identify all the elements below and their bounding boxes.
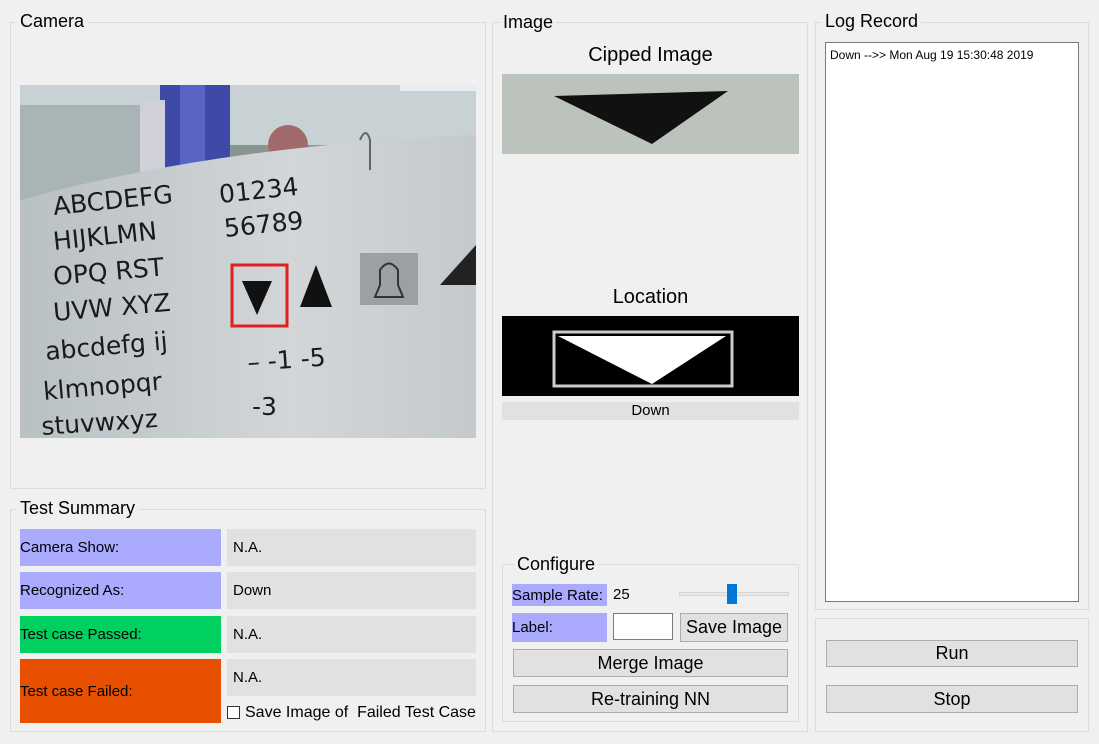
camera-feed: ABCDEFG 01234 HIJKLMN 56789 OPQ RST UVW … bbox=[20, 85, 476, 438]
recognized-as-value: Down bbox=[227, 572, 476, 609]
location-title: Location bbox=[612, 286, 689, 308]
camera-title: Camera bbox=[17, 11, 88, 31]
run-stop-group bbox=[815, 618, 1089, 732]
test-summary-title: Test Summary bbox=[17, 498, 139, 518]
sample-rate-label: Sample Rate: bbox=[512, 584, 607, 606]
save-failed-checkbox[interactable] bbox=[227, 706, 240, 719]
stop-button[interactable]: Stop bbox=[826, 685, 1078, 713]
svg-text:– -1 -5: – -1 -5 bbox=[246, 343, 326, 377]
sample-rate-value: 25 bbox=[613, 586, 630, 603]
sample-rate-slider-thumb[interactable] bbox=[727, 584, 737, 604]
test-failed-value: N.A. bbox=[227, 659, 476, 696]
label-input[interactable] bbox=[613, 613, 673, 640]
clipped-image-title: Cipped Image bbox=[588, 44, 713, 66]
label-label: Label: bbox=[512, 613, 607, 642]
save-failed-label: Save Image of Failed Test Case bbox=[245, 704, 476, 721]
run-button[interactable]: Run bbox=[826, 640, 1078, 667]
recognized-as-label: Recognized As: bbox=[20, 572, 221, 609]
camera-show-value: N.A. bbox=[227, 529, 476, 566]
merge-image-button[interactable]: Merge Image bbox=[513, 649, 788, 677]
svg-text:-3: -3 bbox=[252, 392, 277, 421]
location-triangle-icon bbox=[552, 330, 734, 388]
test-failed-label: Test case Failed: bbox=[20, 659, 221, 723]
location-image bbox=[502, 316, 799, 396]
save-image-button[interactable]: Save Image bbox=[680, 613, 788, 642]
camera-feed-image: ABCDEFG 01234 HIJKLMN 56789 OPQ RST UVW … bbox=[20, 85, 476, 438]
retrain-nn-button[interactable]: Re-training NN bbox=[513, 685, 788, 713]
image-title: Image bbox=[500, 12, 557, 32]
log-entry: Down -->> Mon Aug 19 15:30:48 2019 bbox=[830, 48, 1034, 62]
configure-title: Configure bbox=[514, 554, 599, 574]
test-passed-label: Test case Passed: bbox=[20, 616, 221, 653]
clipped-triangle-icon bbox=[502, 74, 799, 154]
camera-show-label: Camera Show: bbox=[20, 529, 221, 566]
log-textbox[interactable]: Down -->> Mon Aug 19 15:30:48 2019 bbox=[825, 42, 1079, 602]
test-passed-value: N.A. bbox=[227, 616, 476, 653]
log-title: Log Record bbox=[822, 11, 922, 31]
clipped-image bbox=[502, 74, 799, 154]
location-result: Down bbox=[502, 402, 799, 420]
location-result-text: Down bbox=[631, 402, 670, 419]
